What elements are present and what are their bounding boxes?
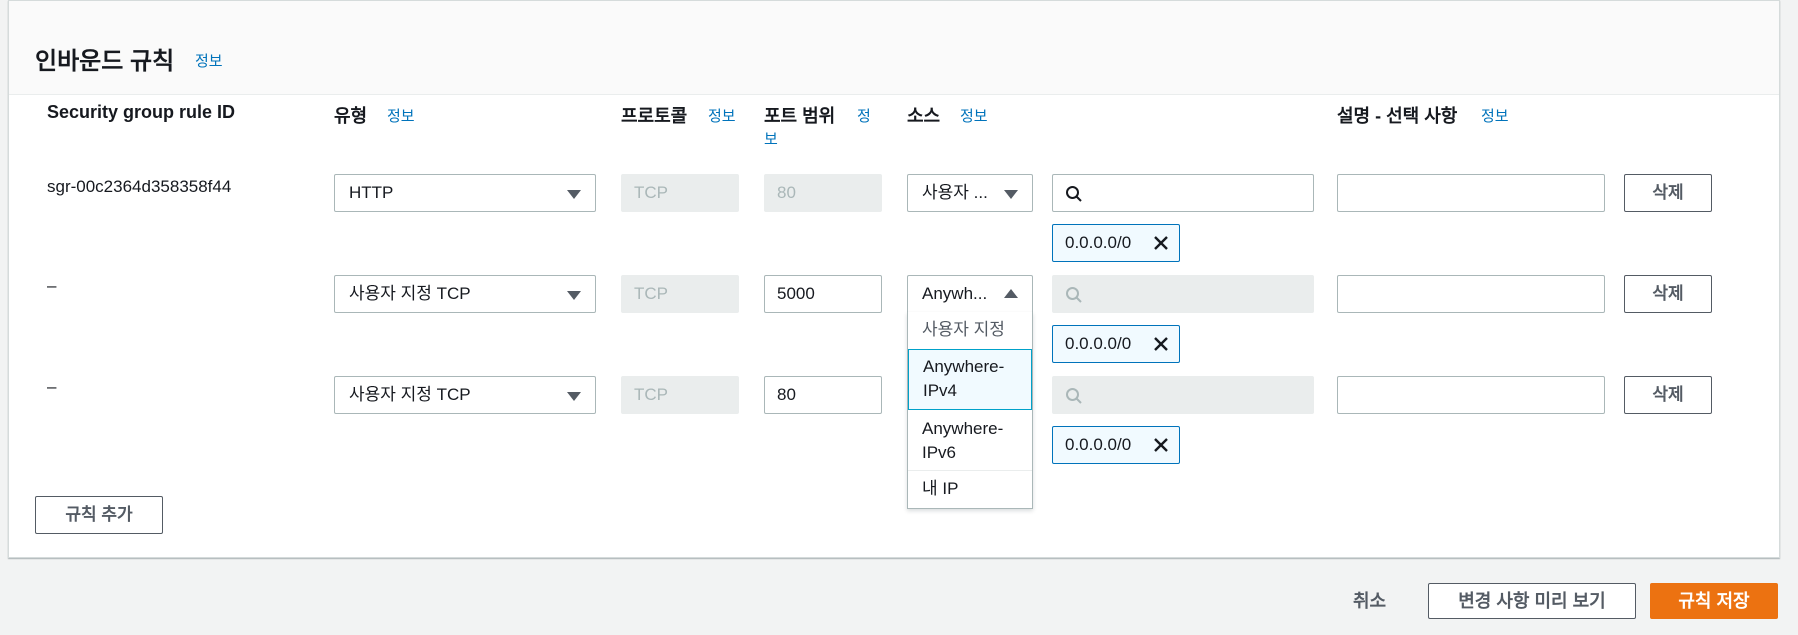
option-label: 사용자 지정 [922, 320, 1005, 339]
search-icon [1066, 388, 1082, 404]
option-label: Anywhere- [923, 357, 1005, 376]
column-header-rule-id: Security group rule ID [47, 102, 236, 122]
description-input[interactable] [1337, 275, 1605, 313]
preview-changes-button[interactable]: 변경 사항 미리 보기 [1428, 583, 1636, 619]
column-header-port-range: 포트 범위 [764, 106, 836, 126]
panel-title: 인바운드 규칙 [35, 48, 175, 75]
protocol-field: TCP [621, 376, 739, 414]
option-label-line2: IPv6 [922, 443, 957, 462]
dropdown-option-anywhere-ipv4[interactable]: Anywhere- IPv4 [908, 349, 1032, 410]
caret-up-icon [1004, 289, 1018, 298]
option-label: 내 IP [922, 479, 959, 498]
panel-header: 인바운드 규칙 정보 [9, 1, 1779, 95]
type-select-value: 사용자 지정 TCP [349, 385, 471, 404]
port-range-input[interactable]: 80 [764, 376, 882, 414]
caret-down-icon [1004, 190, 1018, 199]
close-icon[interactable] [1153, 336, 1169, 352]
panel-info-link[interactable]: 정보 [195, 50, 223, 71]
port-info-link-1[interactable]: 정 [857, 105, 871, 126]
caret-down-icon [567, 291, 581, 300]
search-icon [1066, 287, 1082, 303]
cidr-token: 0.0.0.0/0 [1052, 224, 1180, 262]
port-info-link-2[interactable]: 보 [764, 128, 778, 149]
port-range-input[interactable]: 5000 [764, 275, 882, 313]
type-select-value: 사용자 지정 TCP [349, 284, 471, 303]
protocol-field: TCP [621, 275, 739, 313]
cidr-token-label: 0.0.0.0/0 [1065, 435, 1132, 454]
add-rule-button[interactable]: 규칙 추가 [35, 496, 163, 534]
rule-id: – [47, 377, 57, 396]
inbound-rules-panel: 인바운드 규칙 정보 Security group rule ID 유형 정보 … [8, 0, 1780, 558]
caret-down-icon [567, 190, 581, 199]
search-icon [1066, 186, 1082, 202]
source-type-value: Anywh... [922, 284, 988, 303]
column-header-description: 설명 - 선택 사항 [1337, 106, 1458, 126]
source-type-select[interactable]: 사용자 ... [907, 174, 1033, 212]
source-type-dropdown: 사용자 지정 Anywhere- IPv4 Anywhere- IPv6 내 I… [907, 312, 1033, 509]
option-label-line2: IPv4 [923, 381, 958, 400]
column-header-source: 소스 [907, 106, 941, 126]
option-label: Anywhere- [922, 419, 1004, 438]
cidr-token-label: 0.0.0.0/0 [1065, 334, 1132, 353]
type-info-link[interactable]: 정보 [387, 105, 415, 126]
cidr-token-label: 0.0.0.0/0 [1065, 233, 1132, 252]
source-search-input[interactable] [1052, 174, 1314, 212]
delete-button[interactable]: 삭제 [1624, 376, 1712, 414]
source-search-input [1052, 275, 1314, 313]
type-select[interactable]: 사용자 지정 TCP [334, 275, 596, 313]
close-icon[interactable] [1153, 437, 1169, 453]
protocol-field: TCP [621, 174, 739, 212]
description-info-link[interactable]: 정보 [1481, 105, 1509, 126]
save-rules-button[interactable]: 규칙 저장 [1650, 583, 1778, 619]
rule-id: – [47, 276, 57, 295]
dropdown-option-anywhere-ipv6[interactable]: Anywhere- IPv6 [908, 413, 1032, 471]
dropdown-option-my-ip[interactable]: 내 IP [908, 474, 1032, 504]
delete-button[interactable]: 삭제 [1624, 275, 1712, 313]
cidr-token: 0.0.0.0/0 [1052, 325, 1180, 363]
caret-down-icon [567, 392, 581, 401]
delete-button[interactable]: 삭제 [1624, 174, 1712, 212]
dropdown-option-custom[interactable]: 사용자 지정 [908, 318, 1032, 348]
source-type-value: 사용자 ... [922, 183, 988, 202]
description-input[interactable] [1337, 174, 1605, 212]
source-info-link[interactable]: 정보 [960, 105, 988, 126]
type-select[interactable]: HTTP [334, 174, 596, 212]
column-header-type: 유형 [334, 106, 368, 126]
source-type-select[interactable]: Anywh... [907, 275, 1033, 313]
column-header-protocol: 프로토콜 [621, 106, 688, 126]
protocol-info-link[interactable]: 정보 [708, 105, 736, 126]
cidr-token: 0.0.0.0/0 [1052, 426, 1180, 464]
type-select-value: HTTP [349, 183, 394, 202]
port-range-field: 80 [764, 174, 882, 212]
rule-id: sgr-00c2364d358358f44 [47, 177, 232, 196]
close-icon[interactable] [1153, 235, 1169, 251]
description-input[interactable] [1337, 376, 1605, 414]
source-search-input [1052, 376, 1314, 414]
cancel-button[interactable]: 취소 [1353, 587, 1386, 613]
type-select[interactable]: 사용자 지정 TCP [334, 376, 596, 414]
